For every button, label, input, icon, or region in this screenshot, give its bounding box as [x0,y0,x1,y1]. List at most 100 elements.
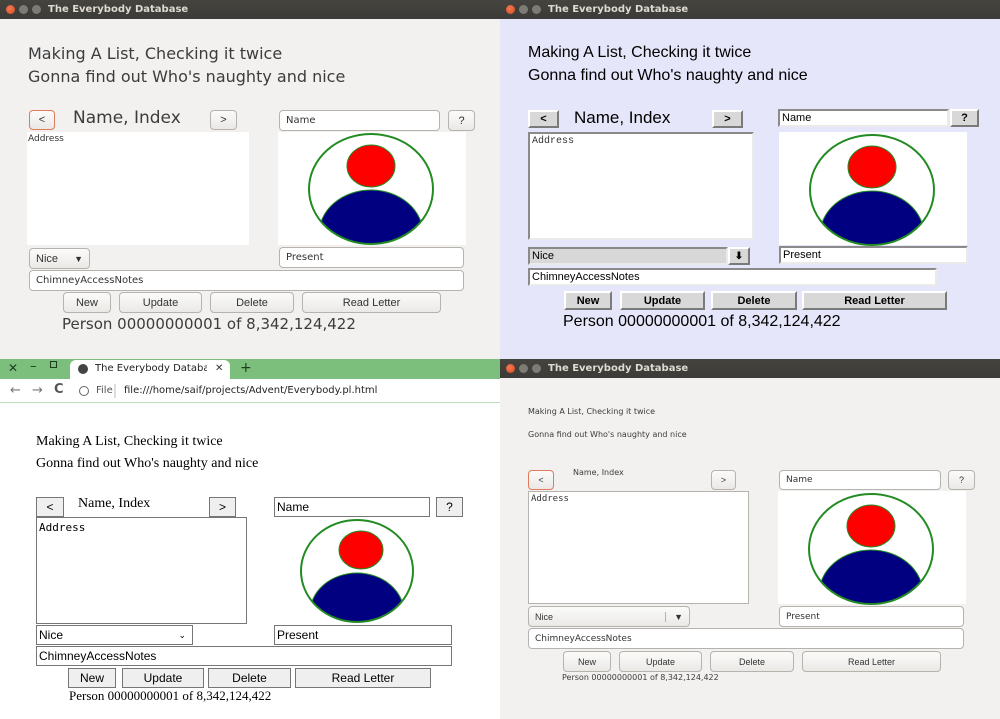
status-select[interactable]: Nice ▼ [29,248,90,269]
status-select-value: Nice [39,628,64,642]
maximize-window-icon[interactable] [50,361,57,368]
delete-button[interactable]: Delete [710,651,794,672]
update-button[interactable]: Update [619,651,702,672]
prev-button[interactable]: < [528,110,559,128]
address-bar[interactable]: file:///home/saif/projects/Advent/Everyb… [124,385,377,396]
heading-line-2: Gonna find out Who's naughty and nice [36,456,259,471]
address-textarea[interactable]: Address [528,491,749,604]
title-bar: The Everybody Database [0,0,500,19]
reload-icon[interactable]: C [54,382,64,397]
new-button[interactable]: New [563,651,611,672]
name-input[interactable]: Name [279,110,440,131]
close-window-icon[interactable] [506,5,515,14]
present-input[interactable]: Present [779,246,968,264]
read-letter-button[interactable]: Read Letter [295,668,431,688]
maximize-window-icon[interactable] [32,5,41,14]
present-input[interactable]: Present [779,606,964,627]
tab-title: The Everybody Database [95,363,207,374]
avatar-frame [779,132,967,246]
new-button[interactable]: New [63,292,111,313]
address-textarea[interactable]: Address [27,132,249,245]
close-tab-icon[interactable]: ✕ [215,363,223,374]
file-scheme-label: File [96,385,113,396]
read-letter-button[interactable]: Read Letter [802,291,947,310]
person-avatar-icon [300,519,414,623]
chimney-notes-input[interactable]: ChimneyAccessNotes [36,646,452,666]
update-button[interactable]: Update [620,291,705,310]
address-textarea[interactable]: Address [528,132,754,240]
chevron-down-icon[interactable]: ⬇ [728,247,750,265]
help-button[interactable]: ? [436,497,463,517]
close-window-icon[interactable]: ✕ [8,361,18,375]
heading-line-2: Gonna find out Who's naughty and nice [528,430,687,439]
status-select-value: Nice [528,247,728,265]
prev-button[interactable]: < [36,497,64,517]
gtk-window: The Everybody Database Making A List, Ch… [0,0,500,359]
minimize-window-icon[interactable] [519,364,528,373]
record-title: Name, Index [78,496,151,511]
favicon-icon [78,364,88,374]
heading-line-2: Gonna find out Who's naughty and nice [28,67,346,86]
name-input[interactable]: Name [274,497,430,517]
person-status: Person 00000000001 of 8,342,124,422 [562,673,719,682]
prev-button[interactable]: < [29,110,55,130]
new-button[interactable]: New [68,668,116,688]
next-button[interactable]: > [712,110,743,128]
close-window-icon[interactable] [506,364,515,373]
heading: Making A List, Checking it twice Gonna f… [36,431,258,475]
minimize-window-icon[interactable]: – [30,359,37,374]
next-button[interactable]: > [711,470,736,490]
browser-tab[interactable]: The Everybody Database ✕ [70,360,230,379]
new-button[interactable]: New [564,291,612,310]
help-button[interactable]: ? [448,110,475,131]
help-button[interactable]: ? [950,109,979,127]
minimize-window-icon[interactable] [19,5,28,14]
browser-window: ✕ – The Everybody Database ✕ + ← → C Fil… [0,359,500,719]
heading-line-1: Making A List, Checking it twice [28,44,283,63]
chimney-notes-input[interactable]: ChimneyAccessNotes [528,628,964,649]
info-icon[interactable] [79,386,89,396]
minimize-window-icon[interactable] [519,5,528,14]
prev-button[interactable]: < [528,470,554,490]
present-input[interactable]: Present [274,625,452,645]
window-title: The Everybody Database [548,363,689,374]
person-avatar-icon [809,134,935,246]
divider [114,384,116,398]
chimney-notes-input[interactable]: ChimneyAccessNotes [528,268,937,286]
heading: Making A List, Checking it twice Gonna f… [528,400,687,446]
forward-arrow-icon[interactable]: → [32,383,43,398]
record-title: Name, Index [573,468,624,477]
tk-window: The Everybody Database Making A List, Ch… [500,0,1000,359]
heading: Making A List, Checking it twice Gonna f… [528,41,808,87]
delete-button[interactable]: Delete [208,668,291,688]
close-window-icon[interactable] [6,5,15,14]
back-arrow-icon[interactable]: ← [10,383,21,398]
present-input[interactable]: Present [279,247,464,268]
update-button[interactable]: Update [119,292,202,313]
update-button[interactable]: Update [122,668,204,688]
chimney-notes-input[interactable]: ChimneyAccessNotes [29,270,464,291]
status-select[interactable]: Nice ⬇ [528,247,750,265]
status-select[interactable]: Nice ⌄ [36,625,193,645]
name-input[interactable]: Name [779,470,941,490]
new-tab-button[interactable]: + [240,360,252,376]
status-select[interactable]: Nice ▼ [528,606,690,627]
chevron-down-icon: ▼ [74,253,83,264]
delete-button[interactable]: Delete [711,291,797,310]
address-textarea[interactable]: Address [36,517,247,624]
maximize-window-icon[interactable] [532,364,541,373]
read-letter-button[interactable]: Read Letter [302,292,441,313]
read-letter-button[interactable]: Read Letter [802,651,941,672]
person-status: Person 00000000001 of 8,342,124,422 [62,315,356,333]
name-input[interactable]: Name [778,109,949,127]
delete-button[interactable]: Delete [210,292,294,313]
heading-line-1: Making A List, Checking it twice [528,407,656,416]
help-button[interactable]: ? [948,470,975,490]
record-title: Name, Index [574,108,671,127]
maximize-window-icon[interactable] [532,5,541,14]
avatar-frame [278,132,466,245]
record-title: Name, Index [73,108,181,128]
next-button[interactable]: > [210,110,237,130]
status-select-value: Nice [36,252,59,265]
next-button[interactable]: > [209,497,236,517]
